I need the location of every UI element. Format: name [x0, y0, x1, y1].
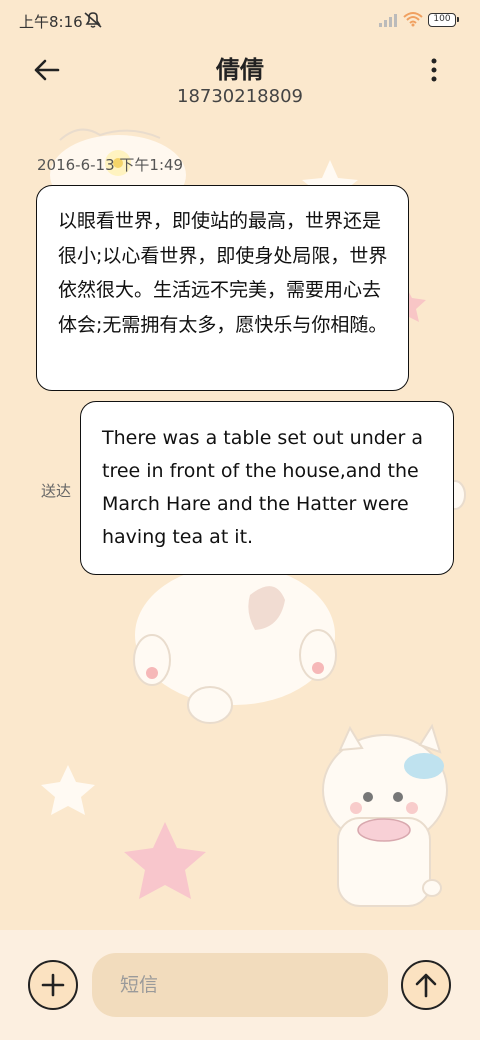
delivery-status: 送达 [41, 482, 72, 500]
contact-name: 倩倩 [216, 56, 264, 84]
outgoing-message-bubble[interactable]: There was a table set out under a tree i… [80, 401, 454, 575]
status-time: 上午8:16 [19, 13, 83, 31]
battery-indicator: 100 [428, 13, 459, 27]
mute-notification-icon [84, 12, 102, 28]
sms-input[interactable] [92, 953, 388, 1017]
plus-icon [41, 973, 65, 997]
more-vertical-icon [431, 58, 437, 82]
arrow-up-icon [415, 973, 437, 998]
add-attachment-button[interactable] [28, 960, 78, 1010]
status-bar: 上午8:16 100 [0, 0, 480, 40]
contact-phone-number: 18730218809 [177, 86, 303, 107]
signal-icon [379, 14, 397, 27]
message-timestamp: 2016-6-13 下午1:49 [37, 156, 184, 174]
incoming-message-bubble[interactable]: 以眼看世界，即使站的最高，世界还是很小;以心看世界，即使身处局限，世界依然很大。… [36, 185, 409, 391]
wifi-icon [403, 12, 423, 27]
send-button[interactable] [401, 960, 451, 1010]
more-options-button[interactable] [418, 52, 450, 88]
